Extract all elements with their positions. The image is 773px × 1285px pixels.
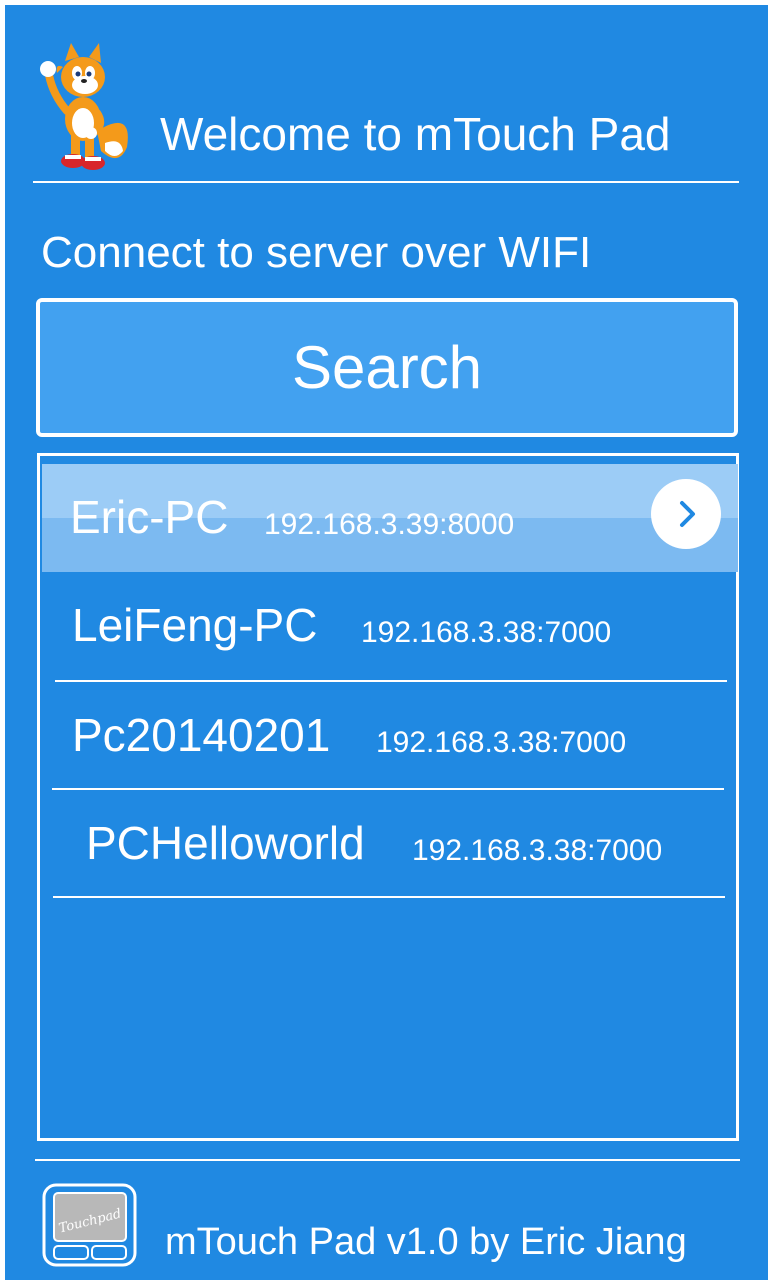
server-name: PCHelloworld bbox=[86, 817, 365, 869]
server-name: Eric-PC bbox=[70, 491, 229, 543]
header-divider bbox=[33, 181, 739, 183]
server-name: LeiFeng-PC bbox=[72, 599, 318, 651]
touchpad-logo-icon: Touchpad bbox=[42, 1183, 137, 1267]
server-name: Pc20140201 bbox=[72, 709, 331, 761]
connect-label: Connect to server over WIFI bbox=[41, 228, 592, 277]
server-address: 192.168.3.38:7000 bbox=[376, 726, 627, 759]
server-address: 192.168.3.38:7000 bbox=[361, 616, 612, 649]
connect-arrow-button[interactable] bbox=[651, 479, 721, 549]
server-row-eric-pc[interactable]: Eric-PC 192.168.3.39:8000 bbox=[42, 464, 738, 572]
search-button[interactable]: Search bbox=[36, 298, 738, 437]
chevron-right-icon bbox=[680, 501, 695, 527]
server-row-leifeng-pc[interactable]: LeiFeng-PC 192.168.3.38:7000 bbox=[42, 572, 738, 680]
footer-divider bbox=[35, 1159, 740, 1161]
footer-credit: mTouch Pad v1.0 by Eric Jiang bbox=[165, 1221, 687, 1263]
fox-mascot-icon bbox=[35, 39, 135, 171]
row-divider bbox=[53, 896, 725, 898]
server-address: 192.168.3.39:8000 bbox=[264, 508, 515, 541]
page-title: Welcome to mTouch Pad bbox=[160, 108, 671, 160]
server-address: 192.168.3.38:7000 bbox=[412, 834, 663, 867]
app-screen: Welcome to mTouch Pad Connect to server … bbox=[0, 0, 773, 1285]
server-list: Eric-PC 192.168.3.39:8000 LeiFeng-PC 192… bbox=[37, 453, 739, 1141]
server-row-pc20140201[interactable]: Pc20140201 192.168.3.38:7000 bbox=[42, 682, 738, 790]
server-row-pchelloworld[interactable]: PCHelloworld 192.168.3.38:7000 bbox=[42, 790, 738, 898]
